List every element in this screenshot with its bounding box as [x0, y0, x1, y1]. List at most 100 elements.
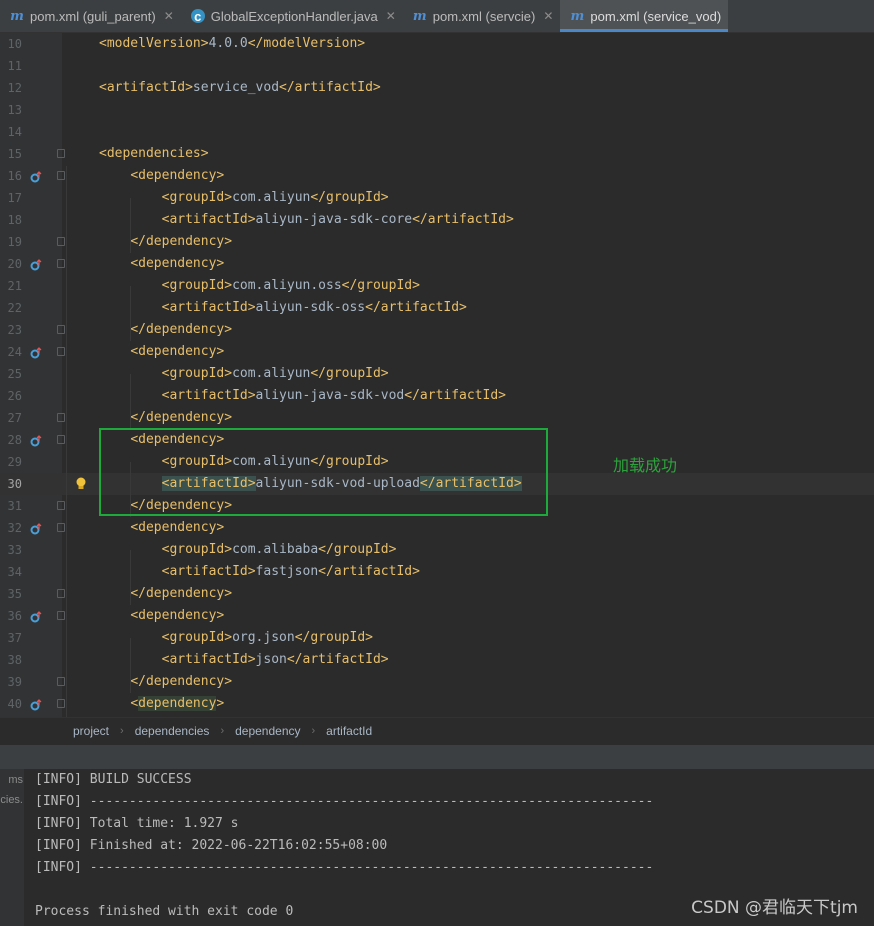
maven-override-icon[interactable] — [30, 522, 42, 535]
breadcrumb: project › dependencies › dependency › artifact… — [0, 717, 874, 744]
fold-marker-icon[interactable] — [57, 171, 65, 180]
code-line[interactable]: 12 <artifactId>service_vod</artifactId> — [0, 77, 874, 99]
code-text: </dependency> — [130, 322, 233, 337]
code-text: <artifactId>aliyun-java-sdk-core</artifa… — [161, 212, 514, 227]
code-line[interactable]: 39 </dependency> — [0, 671, 874, 693]
close-icon[interactable]: ✕ — [543, 9, 553, 23]
line-number: 40 — [7, 697, 22, 711]
maven-override-icon[interactable] — [30, 434, 42, 447]
line-number: 24 — [7, 345, 22, 359]
code-line[interactable]: 40 <dependency> — [0, 693, 874, 715]
console-tree-item[interactable]: cies. — [0, 794, 23, 806]
fold-marker-icon[interactable] — [57, 589, 65, 598]
fold-marker-icon[interactable] — [57, 325, 65, 334]
code-line[interactable]: 15 <dependencies> — [0, 143, 874, 165]
code-line[interactable]: 22 <artifactId>aliyun-sdk-oss</artifactI… — [0, 297, 874, 319]
lightbulb-icon[interactable] — [75, 477, 87, 491]
breadcrumb-item[interactable]: dependencies — [133, 724, 212, 738]
editor-tab[interactable]: m pom.xml (servcie) ✕ — [403, 0, 561, 32]
java-class-icon: c — [190, 9, 205, 24]
indent-guide — [130, 198, 131, 253]
code-line[interactable]: 19 </dependency> — [0, 231, 874, 253]
code-line[interactable]: 36 <dependency> — [0, 605, 874, 627]
fold-marker-icon[interactable] — [57, 413, 65, 422]
editor-tab[interactable]: c GlobalExceptionHandler.java ✕ — [181, 0, 403, 32]
indent-guide — [130, 374, 131, 429]
breadcrumb-item[interactable]: artifactId — [324, 724, 374, 738]
code-text: <artifactId>aliyun-java-sdk-vod</artifac… — [161, 388, 507, 403]
code-text: </dependency> — [130, 674, 233, 689]
chevron-right-icon: › — [311, 725, 316, 737]
fold-marker-icon[interactable] — [57, 259, 65, 268]
code-text: </dependency> — [130, 410, 233, 425]
maven-override-icon[interactable] — [30, 258, 42, 271]
code-line[interactable]: 35 </dependency> — [0, 583, 874, 605]
line-number: 11 — [7, 59, 22, 73]
breadcrumb-item[interactable]: dependency — [233, 724, 302, 738]
run-console[interactable]: ms cies. CSDN @君临天下tjm [INFO] BUILD SUCCE… — [0, 769, 874, 926]
fold-marker-icon[interactable] — [57, 699, 65, 708]
close-icon[interactable]: ✕ — [164, 9, 174, 23]
code-line[interactable]: 38 <artifactId>json</artifactId> — [0, 649, 874, 671]
line-number: 17 — [7, 191, 22, 205]
fold-marker-icon[interactable] — [57, 237, 65, 246]
breadcrumb-item[interactable]: project — [71, 724, 111, 738]
editor-tab-bar: m pom.xml (guli_parent) ✕ c GlobalExceptionH… — [0, 0, 874, 33]
code-text: <dependency> — [130, 608, 225, 623]
code-line[interactable]: 11 — [0, 55, 874, 77]
code-line[interactable]: 21 <groupId>com.aliyun.oss</groupId> — [0, 275, 874, 297]
code-line[interactable]: 18 <artifactId>aliyun-java-sdk-core</art… — [0, 209, 874, 231]
maven-override-icon[interactable] — [30, 610, 42, 623]
code-line[interactable]: 24 <dependency> — [0, 341, 874, 363]
code-text: <artifactId>json</artifactId> — [161, 652, 389, 667]
code-line[interactable]: 34 <artifactId>fastjson</artifactId> — [0, 561, 874, 583]
code-line[interactable]: 14 — [0, 121, 874, 143]
code-line[interactable]: 33 <groupId>com.alibaba</groupId> — [0, 539, 874, 561]
editor-tab[interactable]: m pom.xml (service_vod) — [560, 0, 729, 32]
console-line: [INFO] Total time: 1.927 s — [35, 816, 239, 831]
console-tree-item[interactable]: ms — [8, 774, 23, 786]
line-number: 28 — [7, 433, 22, 447]
line-number: 32 — [7, 521, 22, 535]
fold-marker-icon[interactable] — [57, 435, 65, 444]
fold-marker-icon[interactable] — [57, 149, 65, 158]
console-side-tree[interactable]: ms cies. — [0, 769, 24, 926]
code-line[interactable]: 13 — [0, 99, 874, 121]
code-line[interactable]: 16 <dependency> — [0, 165, 874, 187]
code-line[interactable]: 32 <dependency> — [0, 517, 874, 539]
tab-label: pom.xml (service_vod) — [590, 8, 722, 24]
code-text: </dependency> — [130, 586, 233, 601]
code-text: <groupId>com.alibaba</groupId> — [161, 542, 397, 557]
tab-label: GlobalExceptionHandler.java — [210, 8, 378, 24]
indent-guide — [130, 638, 131, 693]
code-text: <modelVersion>4.0.0</modelVersion> — [99, 36, 366, 51]
chevron-right-icon: › — [220, 725, 225, 737]
code-line[interactable]: 17 <groupId>com.aliyun</groupId> — [0, 187, 874, 209]
run-panel-header — [0, 744, 874, 770]
code-line[interactable]: 26 <artifactId>aliyun-java-sdk-vod</arti… — [0, 385, 874, 407]
line-number: 15 — [7, 147, 22, 161]
code-line[interactable]: 37 <groupId>org.json</groupId> — [0, 627, 874, 649]
fold-marker-icon[interactable] — [57, 523, 65, 532]
code-line[interactable]: 27 </dependency> — [0, 407, 874, 429]
maven-override-icon[interactable] — [30, 698, 42, 711]
code-text: <dependency> — [130, 696, 225, 711]
code-editor[interactable]: 10 <modelVersion>4.0.0</modelVersion> 11 12… — [0, 33, 874, 717]
close-icon[interactable]: ✕ — [386, 9, 396, 23]
fold-marker-icon[interactable] — [57, 347, 65, 356]
maven-override-icon[interactable] — [30, 170, 42, 183]
maven-icon: m — [570, 8, 585, 24]
editor-tab[interactable]: m pom.xml (guli_parent) ✕ — [0, 0, 181, 32]
tab-label: pom.xml (guli_parent) — [30, 8, 156, 24]
maven-override-icon[interactable] — [30, 346, 42, 359]
code-line[interactable]: 23 </dependency> — [0, 319, 874, 341]
code-line[interactable]: 20 <dependency> — [0, 253, 874, 275]
fold-marker-icon[interactable] — [57, 677, 65, 686]
code-line[interactable]: 25 <groupId>com.aliyun</groupId> — [0, 363, 874, 385]
fold-marker-icon[interactable] — [57, 611, 65, 620]
indent-guide — [130, 286, 131, 341]
line-number: 29 — [7, 455, 22, 469]
fold-marker-icon[interactable] — [57, 501, 65, 510]
code-line[interactable]: 10 <modelVersion>4.0.0</modelVersion> — [0, 33, 874, 55]
line-number: 33 — [7, 543, 22, 557]
